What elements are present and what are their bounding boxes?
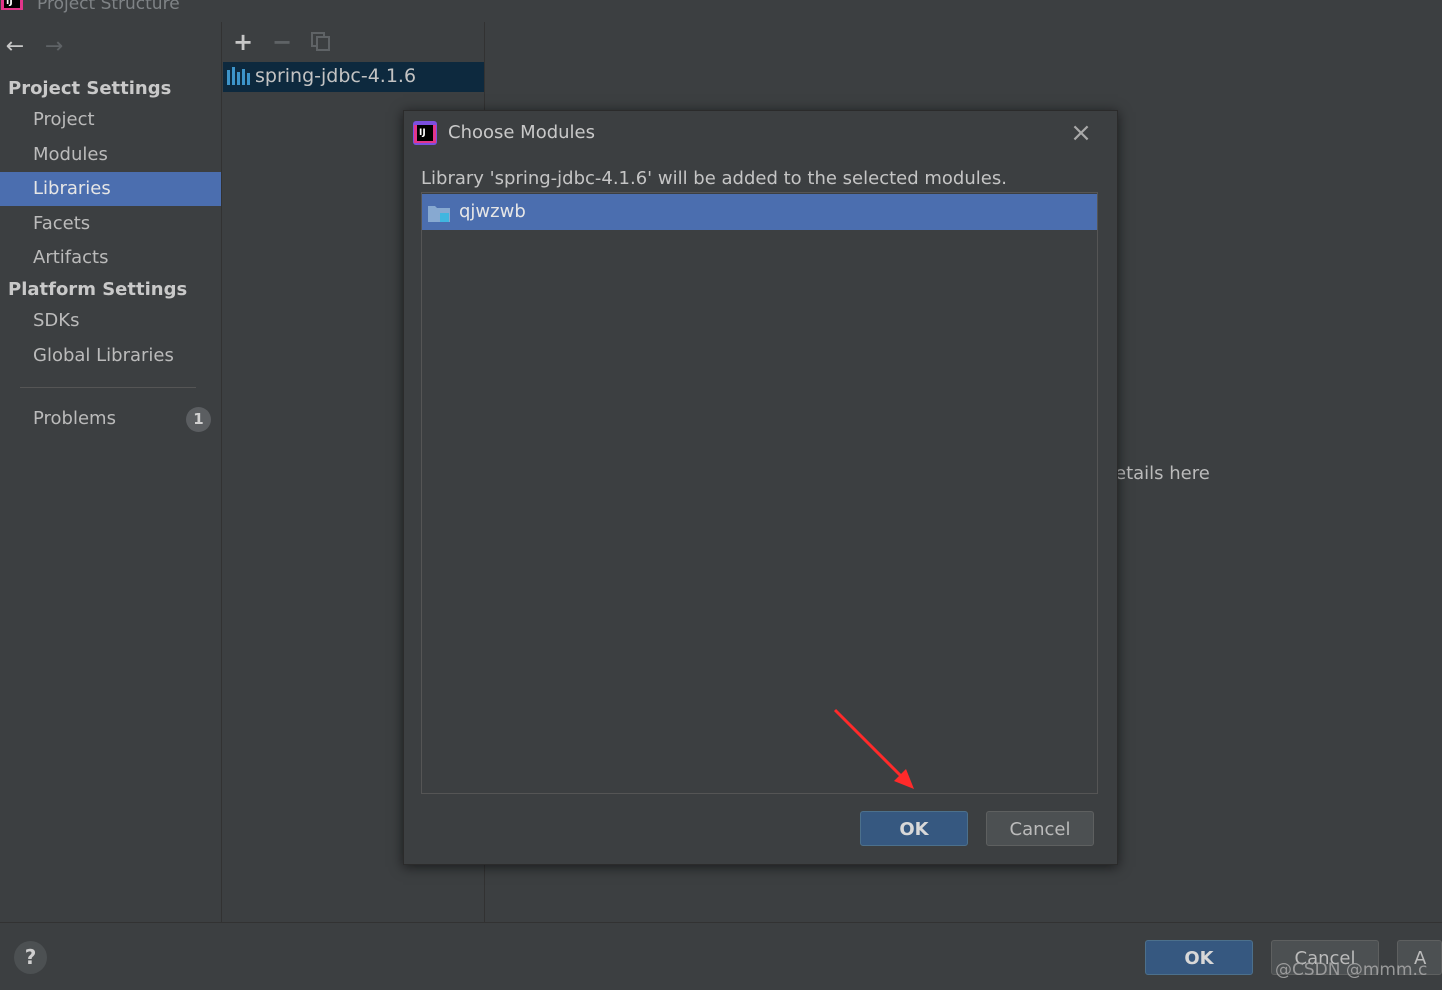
window-title: Project Structure [37,0,180,14]
svg-text:IJ: IJ [6,0,13,7]
sidebar-item-label: Facets [33,213,91,234]
sidebar-item-modules[interactable]: Modules [0,138,221,172]
library-label: spring-jdbc-4.1.6 [255,65,417,87]
intellij-logo-icon: IJ [413,121,437,145]
arrow-right-icon[interactable]: → [41,33,67,59]
svg-text:IJ: IJ [419,128,426,138]
sidebar-item-project[interactable]: Project [0,103,221,137]
sidebar-item-libraries[interactable]: Libraries [0,172,221,206]
arrow-left-icon[interactable]: ← [2,33,28,59]
module-label: qjwzwb [459,201,526,222]
ok-button[interactable]: OK [1145,940,1253,975]
sidebar-item-label: Artifacts [33,247,109,268]
sidebar-divider [20,387,196,388]
sidebar-item-label: Global Libraries [33,345,174,366]
copy-icon[interactable] [311,32,331,52]
sidebar-item-sdks[interactable]: SDKs [0,304,221,338]
close-icon[interactable]: × [1068,120,1094,146]
red-arrow-annotation [833,708,914,789]
section-header-platform-settings: Platform Settings [8,279,188,300]
dialog-message: Library 'spring-jdbc-4.1.6' will be adde… [421,168,1007,189]
sidebar-item-label: Project [33,109,95,130]
sidebar-item-artifacts[interactable]: Artifacts [0,241,221,275]
sidebar-item-label: Modules [33,144,108,165]
sidebar-item-facets[interactable]: Facets [0,207,221,241]
dialog-title: Choose Modules [448,122,596,143]
sidebar-item-label: Libraries [33,178,111,199]
dialog-ok-button[interactable]: OK [860,811,968,846]
sidebar-item-global-libraries[interactable]: Global Libraries [0,339,221,373]
minus-icon[interactable]: − [270,28,294,56]
section-header-project-settings: Project Settings [8,78,172,99]
module-folder-icon [428,206,450,222]
title-bar [0,0,1442,22]
dialog-cancel-button[interactable]: Cancel [986,811,1094,846]
plus-icon[interactable]: + [231,28,255,56]
watermark-text: @CSDN @mmm.c [1275,960,1428,980]
sidebar-item-label: Problems [33,408,116,429]
library-icon [227,67,250,85]
module-list[interactable] [421,192,1098,794]
sidebar-item-label: SDKs [33,310,80,331]
problems-count-badge: 1 [186,407,211,432]
details-hint-text: etails here [1115,463,1210,484]
intellij-logo-icon: IJ [1,0,23,10]
help-button[interactable]: ? [14,941,47,974]
